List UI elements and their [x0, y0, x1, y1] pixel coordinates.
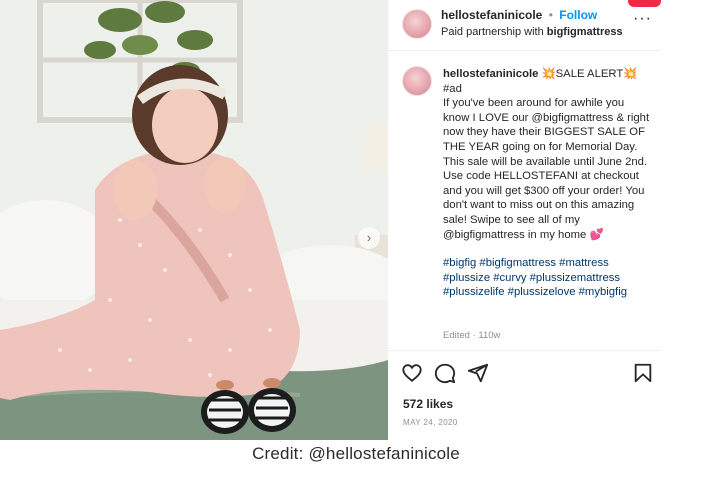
- comment-icon[interactable]: [434, 362, 456, 384]
- likes-count[interactable]: 572 likes: [403, 397, 453, 411]
- username-link[interactable]: hellostefaninicole: [441, 8, 542, 22]
- caption-line: Use code HELLOSTEFANI at checkout and yo…: [443, 170, 645, 241]
- heart-icon[interactable]: [401, 362, 423, 384]
- follow-button[interactable]: Follow: [559, 8, 597, 22]
- caption: hellostefaninicole 💥SALE ALERT💥 #ad If y…: [443, 67, 653, 300]
- next-slide-button[interactable]: ›: [358, 227, 380, 249]
- post-header-user: hellostefaninicole • Follow: [441, 8, 597, 22]
- edited-label: Edited · 110w: [443, 330, 501, 341]
- avatar[interactable]: [402, 9, 432, 39]
- partnership-prefix: Paid partnership with: [441, 26, 544, 38]
- more-icon[interactable]: ···: [633, 10, 652, 28]
- caption-line: If you've been around for awhile you kno…: [443, 97, 650, 168]
- caption-username[interactable]: hellostefaninicole: [443, 68, 538, 80]
- post-date: MAY 24, 2020: [403, 418, 458, 427]
- photo-illustration: [0, 0, 388, 440]
- caption-line: #ad: [443, 82, 462, 95]
- share-icon[interactable]: [467, 362, 489, 384]
- hashtags[interactable]: #bigfig #bigfigmattress #mattress #pluss…: [443, 256, 653, 300]
- bookmark-icon[interactable]: [632, 362, 654, 384]
- accent-tab: [628, 0, 661, 7]
- partner-link[interactable]: bigfigmattress: [547, 26, 623, 38]
- caption-avatar[interactable]: [402, 66, 432, 96]
- header-divider: [388, 50, 661, 51]
- separator-dot: •: [548, 8, 553, 22]
- post-panel: hellostefaninicole • Follow Paid partner…: [388, 0, 661, 440]
- caption-line: 💥SALE ALERT💥: [541, 68, 638, 80]
- credit-caption: Credit: @hellostefaninicole: [252, 444, 460, 463]
- actions-divider: [388, 350, 661, 351]
- partnership-label: Paid partnership with bigfigmattress: [441, 26, 623, 38]
- post-photo[interactable]: ›: [0, 0, 388, 440]
- chevron-right-icon: ›: [366, 230, 372, 245]
